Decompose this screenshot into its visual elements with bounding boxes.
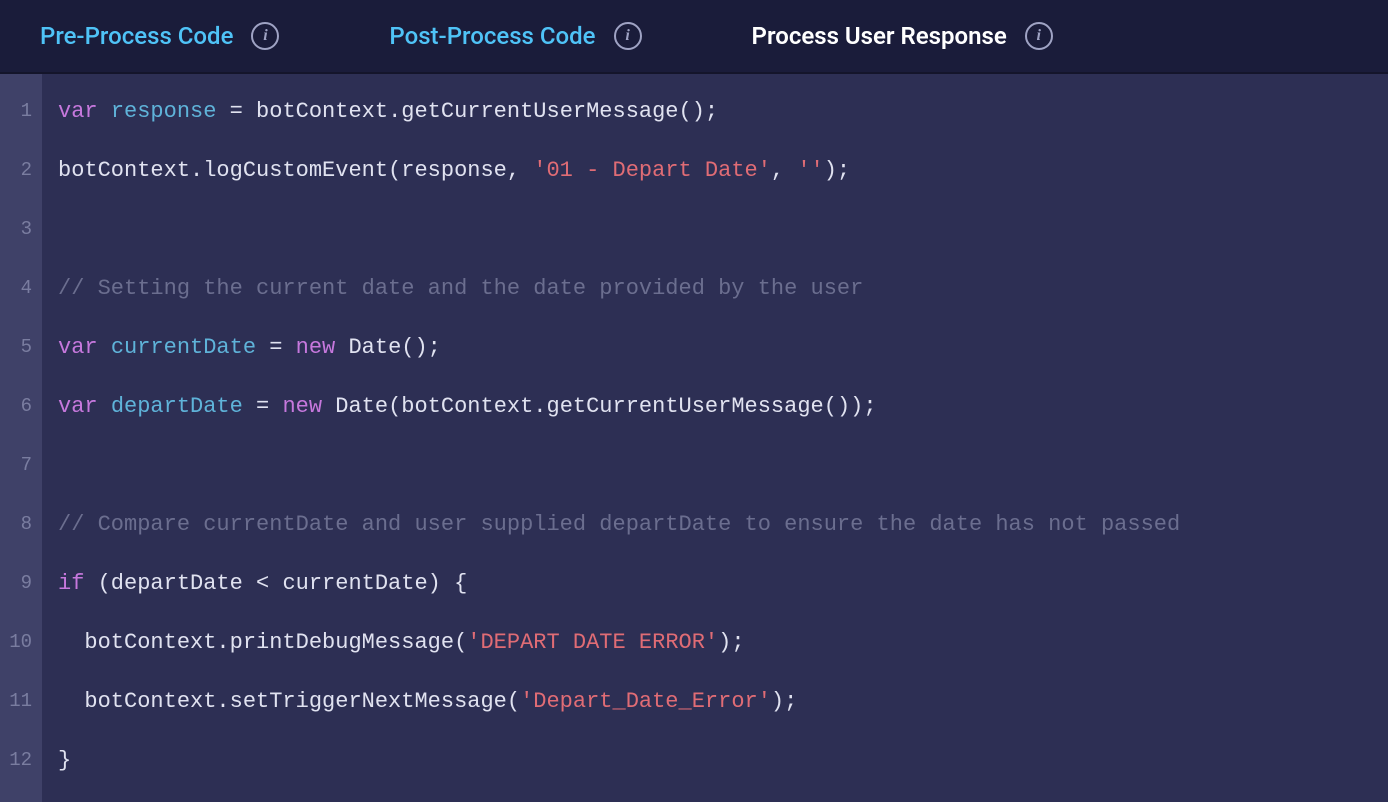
code-token: } <box>58 748 71 773</box>
line-number: 12 <box>0 731 42 790</box>
code-token: = <box>256 335 296 360</box>
line-number: 11 <box>0 672 42 731</box>
line-number: 10 <box>0 613 42 672</box>
code-token: departDate <box>111 394 243 419</box>
tab-pre-process-code[interactable]: Pre-Process Code i <box>40 22 279 50</box>
code-token: Date(); <box>335 335 441 360</box>
info-icon[interactable]: i <box>614 22 642 50</box>
tab-label: Pre-Process Code <box>40 22 233 50</box>
code-token: Date(botContext.getCurrentUserMessage())… <box>322 394 877 419</box>
code-token: botContext.setTriggerNextMessage( <box>58 689 520 714</box>
code-line: var response = botContext.getCurrentUser… <box>58 82 1372 141</box>
code-editor: 1 2 3 4 5 6 7 8 9 10 11 12 var response … <box>0 72 1388 802</box>
code-token: response <box>111 99 217 124</box>
code-token: ); <box>771 689 797 714</box>
code-token: new <box>282 394 322 419</box>
code-token: ); <box>824 158 850 183</box>
line-number: 5 <box>0 318 42 377</box>
tab-post-process-code[interactable]: Post-Process Code i <box>389 22 641 50</box>
code-token: (departDate < currentDate) { <box>84 571 467 596</box>
code-token: // Setting the current date and the date… <box>58 276 863 301</box>
code-token: ); <box>718 630 744 655</box>
tab-process-user-response[interactable]: Process User Response i <box>752 22 1053 50</box>
code-token: '' <box>797 158 823 183</box>
code-line <box>58 436 1372 495</box>
code-token: = <box>243 394 283 419</box>
code-token: , <box>771 158 797 183</box>
code-line: botContext.setTriggerNextMessage('Depart… <box>58 672 1372 731</box>
line-number: 3 <box>0 200 42 259</box>
code-token: var <box>58 99 98 124</box>
code-token: var <box>58 394 98 419</box>
code-token: // Compare currentDate and user supplied… <box>58 512 1180 537</box>
code-token <box>98 99 111 124</box>
code-token: '01 - Depart Date' <box>533 158 771 183</box>
line-number: 6 <box>0 377 42 436</box>
line-number: 4 <box>0 259 42 318</box>
line-number: 7 <box>0 436 42 495</box>
line-number: 8 <box>0 495 42 554</box>
code-line: if (departDate < currentDate) { <box>58 554 1372 613</box>
tabs-header: Pre-Process Code i Post-Process Code i P… <box>0 0 1388 72</box>
tab-label: Process User Response <box>752 22 1007 50</box>
line-number: 2 <box>0 141 42 200</box>
code-area[interactable]: var response = botContext.getCurrentUser… <box>42 74 1388 802</box>
code-line: botContext.logCustomEvent(response, '01 … <box>58 141 1372 200</box>
code-line: var departDate = new Date(botContext.get… <box>58 377 1372 436</box>
code-token: if <box>58 571 84 596</box>
code-token: new <box>296 335 336 360</box>
code-line: var currentDate = new Date(); <box>58 318 1372 377</box>
info-icon[interactable]: i <box>1025 22 1053 50</box>
code-token: 'Depart_Date_Error' <box>520 689 771 714</box>
info-icon[interactable]: i <box>251 22 279 50</box>
code-token: currentDate <box>111 335 256 360</box>
code-line <box>58 200 1372 259</box>
code-token: var <box>58 335 98 360</box>
line-number: 1 <box>0 82 42 141</box>
code-token <box>98 335 111 360</box>
code-line: } <box>58 731 1372 790</box>
code-token: 'DEPART DATE ERROR' <box>467 630 718 655</box>
code-token: = botContext.getCurrentUserMessage(); <box>216 99 718 124</box>
code-token: botContext.printDebugMessage( <box>58 630 467 655</box>
code-token <box>98 394 111 419</box>
tab-label: Post-Process Code <box>389 22 595 50</box>
line-number: 9 <box>0 554 42 613</box>
code-line: botContext.printDebugMessage('DEPART DAT… <box>58 613 1372 672</box>
line-number-gutter: 1 2 3 4 5 6 7 8 9 10 11 12 <box>0 74 42 802</box>
code-line: // Setting the current date and the date… <box>58 259 1372 318</box>
code-line: // Compare currentDate and user supplied… <box>58 495 1372 554</box>
code-token: botContext.logCustomEvent(response, <box>58 158 533 183</box>
